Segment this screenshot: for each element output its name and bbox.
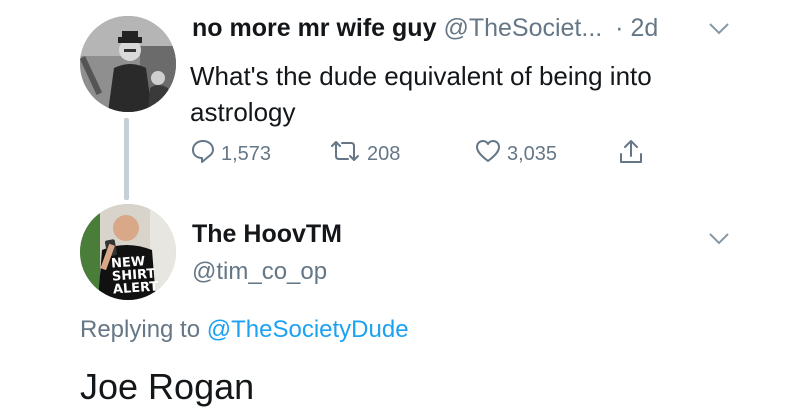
reply-author-name[interactable]: The HoovTM: [192, 220, 342, 249]
avatar-shirt-text: NEW SHIRT ALERT: [110, 254, 159, 298]
author-name[interactable]: no more mr wife guy: [192, 14, 436, 42]
replying-label: Replying to: [80, 316, 201, 343]
replying-to-link[interactable]: @TheSocietyDude: [207, 316, 409, 343]
chevron-down-icon[interactable]: [708, 22, 730, 41]
like-action[interactable]: 3,035: [474, 138, 557, 170]
share-icon: [618, 138, 644, 172]
avatar[interactable]: NEW SHIRT ALERT: [80, 204, 176, 300]
like-icon: [474, 138, 502, 170]
reply-action[interactable]: 1,573: [190, 138, 271, 170]
avatar[interactable]: [80, 16, 176, 112]
share-action[interactable]: [618, 138, 644, 172]
retweet-count: 208: [367, 142, 401, 165]
tweet-text: What's the dude equivalent of being into…: [190, 61, 652, 127]
reply-count: 1,573: [221, 142, 272, 165]
like-count: 3,035: [507, 142, 558, 165]
tweet-time[interactable]: · 2d: [615, 14, 658, 42]
chevron-down-icon[interactable]: [708, 232, 730, 251]
tweet-header: no more mr wife guy @TheSociet... · 2d: [192, 14, 658, 43]
author-handle[interactable]: @TheSociet...: [443, 14, 602, 42]
reply-icon: [190, 138, 216, 170]
replying-to: Replying to @TheSocietyDude: [80, 316, 409, 344]
reply-text: Joe Rogan: [80, 366, 255, 407]
retweet-icon: [328, 138, 362, 170]
reply-author-handle[interactable]: @tim_co_op: [192, 258, 327, 286]
thread-line: [124, 118, 129, 200]
retweet-action[interactable]: 208: [328, 138, 400, 170]
